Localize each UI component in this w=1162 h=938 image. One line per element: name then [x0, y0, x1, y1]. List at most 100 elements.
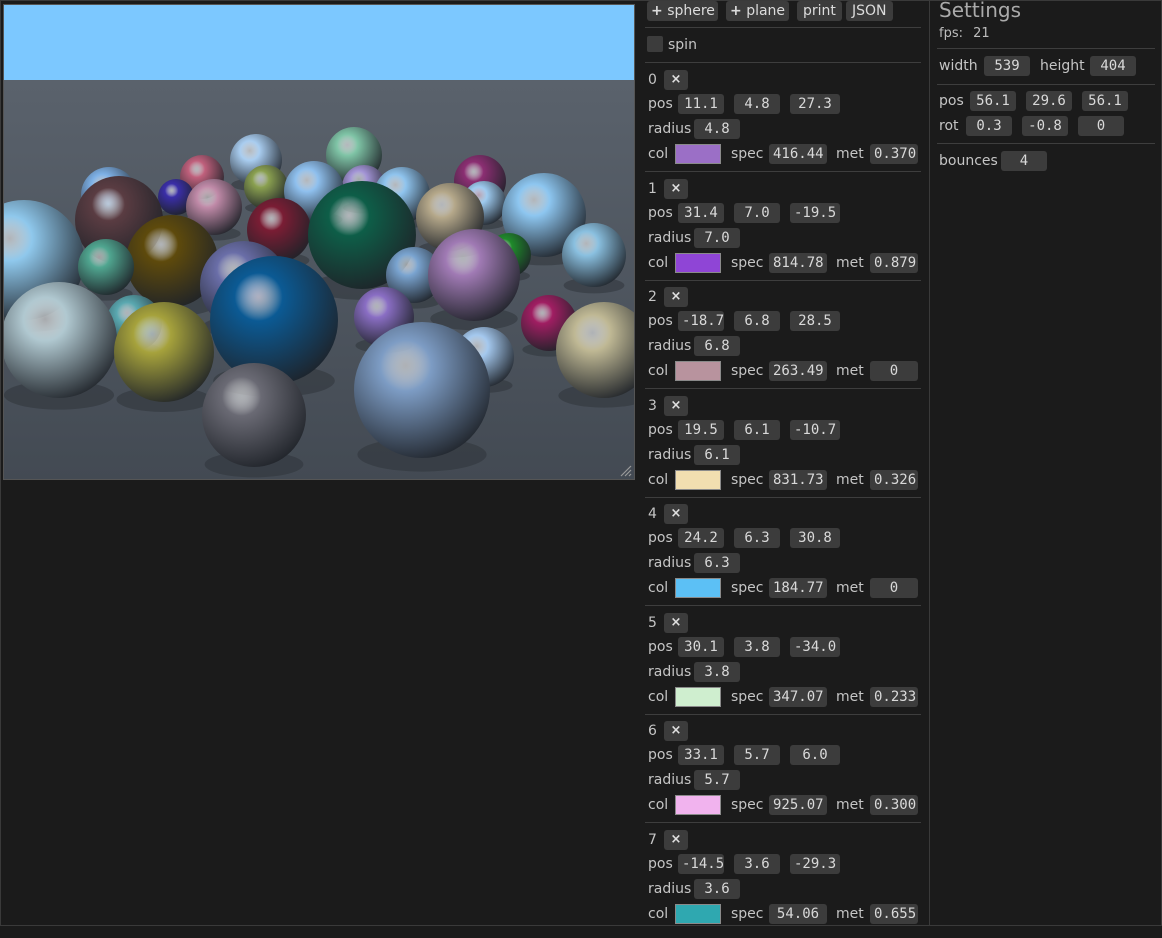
- remove-object-button[interactable]: ×: [664, 179, 688, 199]
- pos-z-input[interactable]: 28.5: [790, 311, 840, 331]
- pos-x-input[interactable]: 24.2: [678, 528, 724, 548]
- pos-x-input[interactable]: 30.1: [678, 637, 724, 657]
- camera-pos-x-input[interactable]: 56.1: [970, 91, 1016, 111]
- camera-pos-y-input[interactable]: 29.6: [1026, 91, 1072, 111]
- pos-y-input[interactable]: 5.7: [734, 745, 780, 765]
- add-plane-button[interactable]: + plane: [726, 1, 789, 21]
- color-swatch[interactable]: [675, 904, 721, 924]
- object-entry: 7 × pos -14.5 3.6 -29.3 radius 3.6 col spec 54.06 m…: [648, 830, 918, 924]
- width-input[interactable]: 539: [984, 56, 1030, 76]
- color-swatch[interactable]: [675, 795, 721, 815]
- resize-handle-icon[interactable]: [620, 465, 632, 477]
- json-button[interactable]: JSON: [846, 1, 893, 21]
- pos-y-input[interactable]: 6.8: [734, 311, 780, 331]
- pos-z-input[interactable]: -19.5: [790, 203, 840, 223]
- metallic-input[interactable]: 0.655: [870, 904, 918, 924]
- settings-panel: Settings fps: 21 width 539 height 404 po…: [930, 0, 1162, 926]
- pos-z-input[interactable]: 30.8: [790, 528, 840, 548]
- pos-x-input[interactable]: -18.7: [678, 311, 724, 331]
- object-entry: 4 × pos 24.2 6.3 30.8 radius 6.3 col spec 184.77 me…: [638, 504, 930, 612]
- pos-z-input[interactable]: 27.3: [790, 94, 840, 114]
- radius-input[interactable]: 4.8: [694, 119, 740, 139]
- radius-input[interactable]: 3.8: [694, 662, 740, 682]
- divider: [645, 497, 921, 498]
- pos-z-input[interactable]: -29.3: [790, 854, 840, 874]
- pos-z-input[interactable]: -10.7: [790, 420, 840, 440]
- radius-input[interactable]: 5.7: [694, 770, 740, 790]
- height-input[interactable]: 404: [1090, 56, 1136, 76]
- pos-y-input[interactable]: 7.0: [734, 203, 780, 223]
- bounces-input[interactable]: 4: [1001, 151, 1047, 171]
- specular-input[interactable]: 263.49: [769, 361, 827, 381]
- render-viewport[interactable]: [3, 4, 635, 480]
- metallic-input[interactable]: 0.326: [870, 470, 918, 490]
- radius-input[interactable]: 6.8: [694, 336, 740, 356]
- pos-z-input[interactable]: 6.0: [790, 745, 840, 765]
- rendered-scene: [4, 5, 634, 479]
- object-index: 4: [648, 506, 657, 522]
- radius-input[interactable]: 3.6: [694, 879, 740, 899]
- metallic-input[interactable]: 0.233: [870, 687, 918, 707]
- pos-x-input[interactable]: 11.1: [678, 94, 724, 114]
- color-swatch[interactable]: [675, 361, 721, 381]
- close-icon: ×: [670, 832, 682, 847]
- fps-value: 21: [973, 26, 990, 41]
- pos-x-input[interactable]: 31.4: [678, 203, 724, 223]
- remove-object-button[interactable]: ×: [664, 504, 688, 524]
- remove-object-button[interactable]: ×: [664, 830, 688, 850]
- pos-y-input[interactable]: 6.1: [734, 420, 780, 440]
- add-sphere-button[interactable]: + sphere: [647, 1, 718, 21]
- specular-input[interactable]: 831.73: [769, 470, 827, 490]
- spin-checkbox[interactable]: [647, 36, 663, 52]
- object-entry: 5 × pos 30.1 3.8 -34.0 radius 3.8 col spec 347.07 m…: [648, 613, 918, 707]
- pos-y-input[interactable]: 3.6: [734, 854, 780, 874]
- pos-y-input[interactable]: 6.3: [734, 528, 780, 548]
- color-swatch[interactable]: [675, 144, 721, 164]
- divider: [645, 280, 921, 281]
- object-entry: 6 × pos 33.1 5.7 6.0 radius 5.7 col spec 925.07 met…: [648, 721, 918, 815]
- rendered-sphere: [354, 322, 490, 458]
- pos-y-input[interactable]: 3.8: [734, 637, 780, 657]
- color-swatch[interactable]: [675, 578, 721, 598]
- rendered-sphere: [114, 302, 214, 402]
- object-index: 6: [648, 723, 657, 739]
- metallic-input[interactable]: 0.300: [870, 795, 918, 815]
- divider: [645, 605, 921, 606]
- color-swatch[interactable]: [675, 253, 721, 273]
- remove-object-button[interactable]: ×: [664, 287, 688, 307]
- color-swatch[interactable]: [675, 470, 721, 490]
- settings-title: Settings: [939, 0, 1022, 22]
- radius-input[interactable]: 7.0: [694, 228, 740, 248]
- camera-pos-z-input[interactable]: 56.1: [1082, 91, 1128, 111]
- specular-input[interactable]: 925.07: [769, 795, 827, 815]
- specular-input[interactable]: 814.78: [769, 253, 827, 273]
- pos-y-input[interactable]: 4.8: [734, 94, 780, 114]
- pos-z-input[interactable]: -34.0: [790, 637, 840, 657]
- radius-input[interactable]: 6.1: [694, 445, 740, 465]
- camera-rot-z-input[interactable]: 0: [1078, 116, 1124, 136]
- remove-object-button[interactable]: ×: [664, 70, 688, 90]
- remove-object-button[interactable]: ×: [664, 721, 688, 741]
- remove-object-button[interactable]: ×: [664, 396, 688, 416]
- specular-input[interactable]: 347.07: [769, 687, 827, 707]
- metallic-input[interactable]: 0.879: [870, 253, 918, 273]
- remove-object-button[interactable]: ×: [664, 613, 688, 633]
- metallic-input[interactable]: 0: [870, 578, 918, 598]
- divider: [937, 143, 1155, 144]
- print-button[interactable]: print: [797, 1, 842, 21]
- camera-rot-x-input[interactable]: 0.3: [966, 116, 1012, 136]
- specular-input[interactable]: 54.06: [769, 904, 827, 924]
- camera-rot-y-input[interactable]: -0.8: [1022, 116, 1068, 136]
- rendered-sphere: [210, 256, 338, 384]
- metallic-input[interactable]: 0: [870, 361, 918, 381]
- specular-input[interactable]: 416.44: [769, 144, 827, 164]
- plus-icon: +: [651, 3, 663, 19]
- color-swatch[interactable]: [675, 687, 721, 707]
- radius-input[interactable]: 6.3: [694, 553, 740, 573]
- pos-x-input[interactable]: -14.5: [678, 854, 724, 874]
- pos-x-input[interactable]: 19.5: [678, 420, 724, 440]
- metallic-input[interactable]: 0.370: [870, 144, 918, 164]
- divider: [937, 48, 1155, 49]
- pos-x-input[interactable]: 33.1: [678, 745, 724, 765]
- specular-input[interactable]: 184.77: [769, 578, 827, 598]
